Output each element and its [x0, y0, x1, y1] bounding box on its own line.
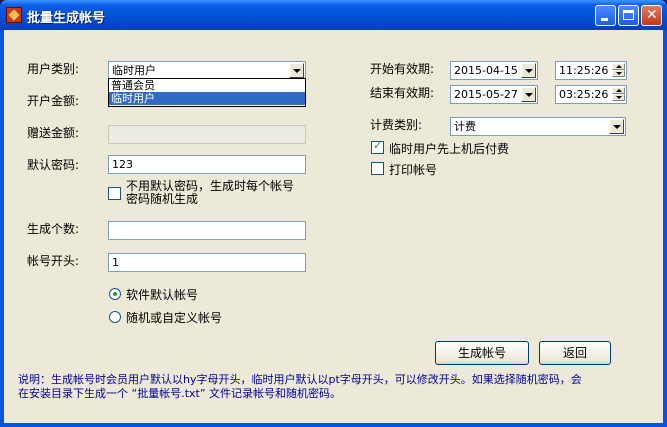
spin-down-icon[interactable] — [612, 94, 625, 101]
bonus-amount-field — [108, 125, 306, 144]
no-default-password-label: 不用默认密码，生成时每个帐号 密码随机生成 — [126, 180, 294, 206]
end-date-label: 结束有效期: — [370, 86, 435, 100]
radio-random-custom-label[interactable]: 随机或自定义帐号 — [126, 309, 222, 326]
close-button[interactable]: ✕ — [641, 5, 662, 26]
billing-type-value: 计费 — [454, 120, 476, 133]
help-note-line2: 在安装目录下生成一个 “批量帐号.txt” 文件记录帐号和随机密码。 — [18, 387, 342, 400]
count-field[interactable] — [108, 221, 306, 240]
back-button[interactable]: 返回 — [539, 341, 611, 365]
end-date-picker[interactable]: 2015-05-27 — [450, 85, 538, 104]
help-note-line1: 说明：生成帐号时会员用户默认以hy字母开头，临时用户默认以pt字母开头，可以修改… — [18, 373, 582, 386]
window-title: 批量生成帐号 — [27, 11, 106, 26]
print-account-checkbox[interactable] — [371, 162, 384, 175]
bonus-amount-label: 赠送金额: — [27, 126, 80, 140]
window-frame-right — [663, 30, 667, 427]
calendar-dropdown-icon[interactable] — [521, 63, 536, 78]
dropdown-option[interactable]: 普通会员 — [109, 79, 305, 92]
dialog-window: 批量生成帐号 ✕ 用户类别: 临时用户 普通会员 临时用户 开户金额: 赠送金额… — [0, 0, 667, 427]
radio-software-default-label[interactable]: 软件默认帐号 — [126, 286, 198, 303]
radio-random-custom[interactable] — [109, 311, 121, 323]
prefix-label: 帐号开头: — [27, 254, 80, 268]
maximize-icon — [623, 10, 634, 20]
start-date-label: 开始有效期: — [370, 62, 435, 76]
chevron-down-icon[interactable] — [289, 63, 304, 78]
app-icon — [6, 7, 22, 23]
end-time-spinner[interactable] — [612, 87, 625, 102]
minimize-icon — [601, 18, 608, 21]
default-password-field[interactable]: 123 — [108, 155, 306, 174]
minimize-button[interactable] — [595, 5, 616, 26]
spin-up-icon[interactable] — [612, 87, 625, 94]
maximize-button[interactable] — [618, 5, 639, 26]
user-type-label: 用户类别: — [27, 62, 80, 76]
dialog-client-area: 用户类别: 临时用户 普通会员 临时用户 开户金额: 赠送金额: 默认密码: 1… — [4, 30, 663, 423]
close-icon: ✕ — [646, 7, 658, 23]
start-time-field[interactable]: 11:25:26 — [555, 61, 627, 80]
start-time-value: 11:25:26 — [559, 64, 609, 77]
print-account-label[interactable]: 打印帐号 — [389, 161, 437, 178]
end-date-value: 2015-05-27 — [454, 88, 518, 101]
billing-type-label: 计费类别: — [370, 118, 423, 132]
end-time-value: 03:25:26 — [559, 88, 609, 101]
user-type-value: 临时用户 — [112, 64, 156, 77]
dropdown-option-selected[interactable]: 临时用户 — [109, 92, 305, 105]
no-default-password-checkbox[interactable] — [108, 187, 121, 200]
postpay-label[interactable]: 临时用户先上机后付费 — [389, 140, 509, 157]
calendar-dropdown-icon[interactable] — [521, 87, 536, 102]
count-label: 生成个数: — [27, 222, 80, 236]
user-type-dropdown-list[interactable]: 普通会员 临时用户 — [108, 78, 306, 107]
postpay-checkbox[interactable] — [371, 139, 384, 154]
help-note: 说明：生成帐号时会员用户默认以hy字母开头，临时用户默认以pt字母开头，可以修改… — [18, 373, 638, 401]
spin-down-icon[interactable] — [612, 70, 625, 77]
spin-up-icon[interactable] — [612, 63, 625, 70]
billing-type-select[interactable]: 计费 — [450, 117, 626, 136]
generate-accounts-button[interactable]: 生成帐号 — [435, 341, 529, 365]
chevron-down-icon[interactable] — [609, 119, 624, 134]
radio-software-default[interactable] — [109, 288, 121, 300]
no-default-password-line2: 密码随机生成 — [126, 192, 199, 206]
start-time-spinner[interactable] — [612, 63, 625, 78]
window-frame-bottom — [0, 423, 667, 427]
open-amount-label: 开户金额: — [27, 94, 80, 108]
start-date-picker[interactable]: 2015-04-15 — [450, 61, 538, 80]
prefix-field[interactable]: 1 — [108, 253, 306, 272]
start-date-value: 2015-04-15 — [454, 64, 518, 77]
title-bar[interactable]: 批量生成帐号 ✕ — [0, 0, 667, 30]
default-password-label: 默认密码: — [27, 158, 80, 172]
end-time-field[interactable]: 03:25:26 — [555, 85, 627, 104]
